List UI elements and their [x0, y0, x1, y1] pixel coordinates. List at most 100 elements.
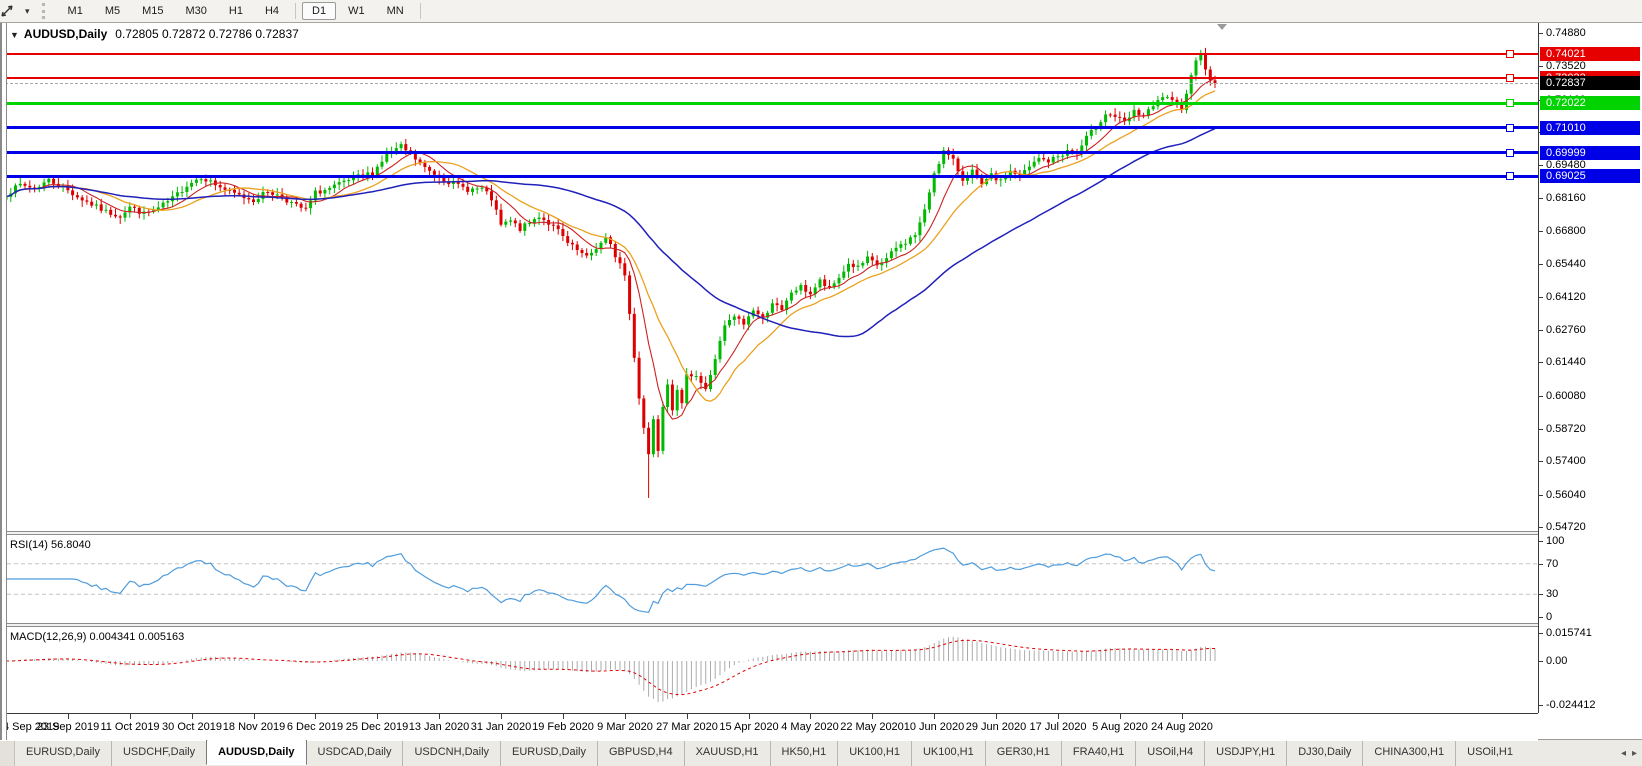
date-axis-tick-mark: [625, 714, 626, 719]
toolbar: ▾ M1M5M15M30H1H4 D1W1MN: [0, 0, 1642, 23]
timeframe-button-mn[interactable]: MN: [377, 2, 414, 20]
chart-tab-uk100-h1[interactable]: UK100,H1: [837, 740, 911, 766]
chart-title-bar: ▼AUDUSD,Daily0.72805 0.72872 0.72786 0.7…: [10, 27, 299, 41]
price-level-line[interactable]: [0, 77, 1538, 79]
collapse-arrow-icon[interactable]: ▼: [10, 30, 19, 40]
chart-tab-eurusd-daily[interactable]: EURUSD,Daily: [15, 740, 111, 766]
timeframe-button-d1[interactable]: D1: [302, 2, 336, 20]
chart-window[interactable]: ▼AUDUSD,Daily0.72805 0.72872 0.72786 0.7…: [0, 22, 1642, 740]
price-axis-tick: 0.60080: [1546, 389, 1586, 403]
price-axis[interactable]: 0.740210.730330.720220.710100.699990.690…: [1538, 23, 1642, 713]
chart-tab-usdcad-daily[interactable]: USDCAD,Daily: [307, 740, 403, 766]
chart-tab-usdcnh-daily[interactable]: USDCNH,Daily: [402, 740, 500, 766]
price-axis-tick: 0.66800: [1546, 224, 1586, 238]
pane-separator[interactable]: [0, 623, 1538, 627]
chart-tab-uk100-h1[interactable]: UK100,H1: [911, 740, 985, 766]
price-level-handle[interactable]: [1506, 124, 1514, 132]
tab-scroll-controls: ◂ ▸: [1616, 740, 1642, 766]
price-level-handle[interactable]: [1506, 149, 1514, 157]
timeframe-button-m15[interactable]: M15: [132, 2, 173, 20]
date-axis-tick-mark: [563, 714, 564, 719]
toolbar-left-group: ▾: [0, 2, 37, 20]
date-axis-tick-mark: [439, 714, 440, 719]
timeframe-button-m1[interactable]: M1: [58, 2, 93, 20]
date-axis-tick-mark: [996, 714, 997, 719]
chart-shift-marker-icon[interactable]: [1217, 24, 1227, 30]
chart-tab-usdjpy-h1[interactable]: USDJPY,H1: [1204, 740, 1286, 766]
rsi-axis-tick: 0: [1546, 610, 1552, 624]
chart-tab-usoil-h4[interactable]: USOil,H4: [1135, 740, 1204, 766]
toolbar-grip: [42, 3, 52, 19]
date-axis-label: 10 Jun 2020: [904, 721, 965, 733]
price-level-handle[interactable]: [1506, 99, 1514, 107]
date-axis-tick-mark: [1120, 714, 1121, 719]
price-level-line[interactable]: [0, 126, 1538, 129]
date-axis-tick-mark: [315, 714, 316, 719]
chart-tab-audusd-daily[interactable]: AUDUSD,Daily: [206, 740, 306, 765]
macd-axis-tick: -0.024412: [1546, 698, 1596, 712]
chart-tab-ger30-h1[interactable]: GER30,H1: [985, 740, 1061, 766]
macd-chart-canvas[interactable]: [0, 627, 1538, 713]
date-axis[interactable]: 4 Sep 201923 Sep 201911 Oct 201930 Oct 2…: [0, 713, 1538, 741]
window-left-edge: [0, 23, 7, 740]
price-level-label: 0.72022: [1540, 96, 1640, 110]
price-level-label: 0.71010: [1540, 121, 1640, 135]
price-level-line[interactable]: [0, 151, 1538, 154]
tabs-scroll-right-icon[interactable]: ▸: [1632, 748, 1637, 759]
date-axis-tick-mark: [501, 714, 502, 719]
price-level-handle[interactable]: [1506, 50, 1514, 58]
chart-tab-china300-h1[interactable]: CHINA300,H1: [1362, 740, 1455, 766]
chart-tab-xauusd-h1[interactable]: XAUUSD,H1: [684, 740, 770, 766]
chart-tab-usdchf-daily[interactable]: USDCHF,Daily: [111, 740, 206, 766]
date-axis-tick-mark: [810, 714, 811, 719]
date-axis-label: 27 Mar 2020: [656, 721, 718, 733]
current-price-label: 0.72837: [1540, 76, 1640, 90]
date-axis-label: 23 Sep 2019: [37, 721, 99, 733]
price-level-handle[interactable]: [1506, 74, 1514, 82]
price-level-line[interactable]: [0, 102, 1538, 105]
price-level-line[interactable]: [0, 53, 1538, 55]
date-axis-tick-mark: [192, 714, 193, 719]
date-axis-label: 4 May 2020: [781, 721, 838, 733]
rsi-chart-canvas[interactable]: [0, 535, 1538, 623]
chart-tab-eurusd-daily[interactable]: EURUSD,Daily: [500, 740, 597, 766]
timeframe-button-w1[interactable]: W1: [338, 2, 375, 20]
chart-tab-dj30-daily[interactable]: DJ30,Daily: [1286, 740, 1362, 766]
timeframe-button-m5[interactable]: M5: [95, 2, 130, 20]
chart-ohlc-values: 0.72805 0.72872 0.72786 0.72837: [115, 27, 299, 41]
price-level-label: 0.74021: [1540, 47, 1640, 61]
chart-tab-hk50-h1[interactable]: HK50,H1: [770, 740, 838, 766]
rsi-axis-tick: 100: [1546, 534, 1564, 548]
date-axis-tick-mark: [254, 714, 255, 719]
chart-tab-gbpusd-h4[interactable]: GBPUSD,H4: [597, 740, 684, 766]
chart-tab-usoil-h1[interactable]: USOil,H1: [1455, 740, 1524, 766]
chart-cursor-icon[interactable]: [4, 2, 22, 20]
tabs-scroll-left-icon[interactable]: ◂: [1621, 748, 1626, 759]
toolbar-separator: [295, 3, 296, 19]
price-level-line[interactable]: [0, 175, 1538, 178]
price-axis-tick: 0.61440: [1546, 355, 1586, 369]
timeframe-button-m30[interactable]: M30: [176, 2, 217, 20]
price-level-label: 0.69999: [1540, 146, 1640, 160]
date-axis-tick-mark: [68, 714, 69, 719]
date-axis-label: 31 Jan 2020: [471, 721, 532, 733]
rsi-axis-tick: 70: [1546, 557, 1558, 571]
price-level-label: 0.69025: [1540, 169, 1640, 183]
macd-indicator-label: MACD(12,26,9) 0.004341 0.005163: [10, 631, 184, 643]
timeframe-button-h1[interactable]: H1: [219, 2, 253, 20]
date-axis-tick-mark: [1182, 714, 1183, 719]
price-level-handle[interactable]: [1506, 172, 1514, 180]
timeframe-button-h4[interactable]: H4: [255, 2, 289, 20]
chart-tab-fra40-h1[interactable]: FRA40,H1: [1061, 740, 1135, 766]
date-axis-label: 9 Mar 2020: [597, 721, 653, 733]
date-axis-label: 18 Nov 2019: [223, 721, 285, 733]
date-axis-label: 30 Oct 2019: [162, 721, 222, 733]
tab-bar: EURUSD,DailyUSDCHF,DailyAUDUSD,DailyUSDC…: [0, 739, 1642, 766]
dropdown-caret-icon[interactable]: ▾: [22, 6, 33, 17]
date-axis-label: 5 Aug 2020: [1092, 721, 1148, 733]
pane-separator[interactable]: [0, 531, 1538, 535]
date-axis-tick-mark: [130, 714, 131, 719]
date-axis-label: 19 Feb 2020: [532, 721, 594, 733]
date-axis-tick-mark: [687, 714, 688, 719]
date-axis-label: 15 Apr 2020: [719, 721, 778, 733]
